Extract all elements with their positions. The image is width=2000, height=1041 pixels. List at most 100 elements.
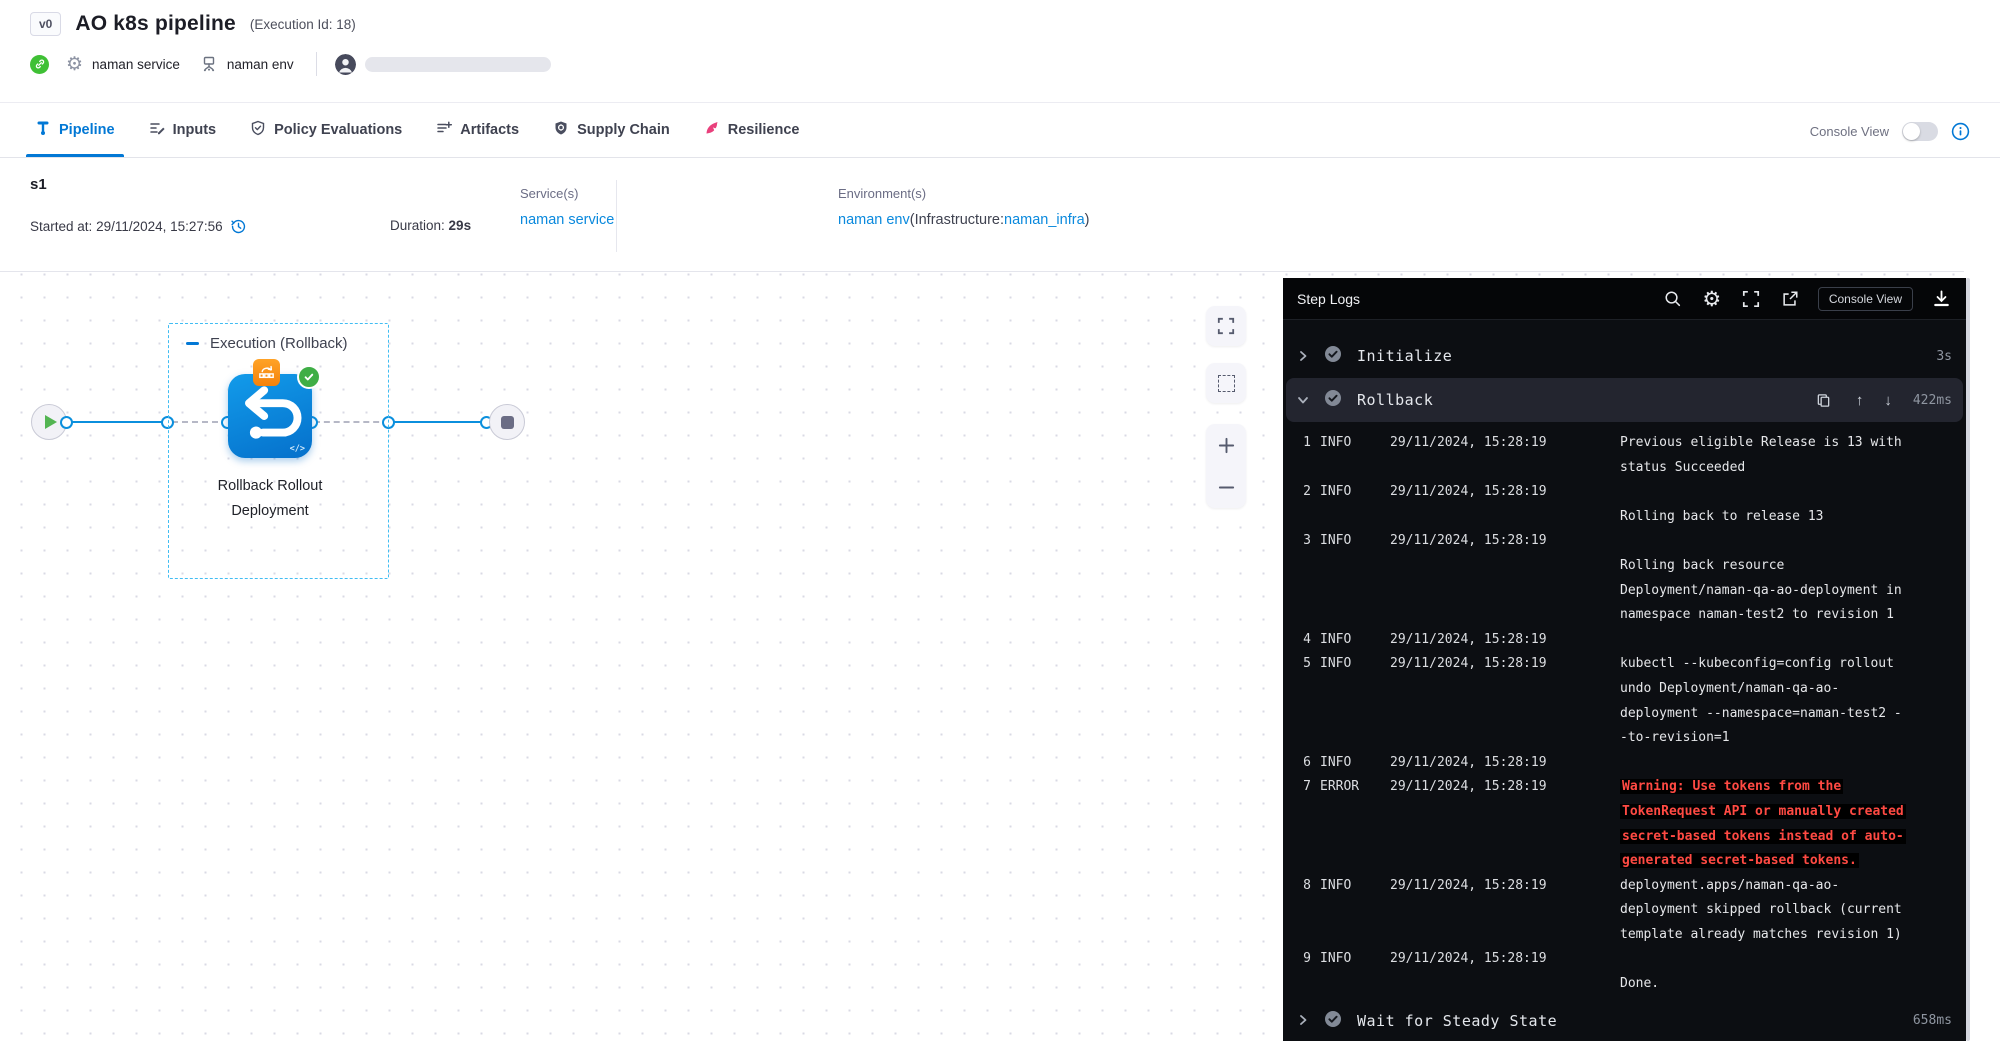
execution-id-label: (Execution Id: 18) bbox=[250, 17, 356, 32]
services-header: Service(s) bbox=[520, 186, 579, 201]
log-lines-block: 1 INFO 29/11/2024, 15:28:19 Previous eli… bbox=[1283, 431, 1966, 997]
environment-line: naman env(Infrastructure:naman_infra) bbox=[838, 212, 1089, 228]
log-timestamp: 29/11/2024, 15:28:19 bbox=[1390, 751, 1620, 776]
policy-icon bbox=[250, 120, 266, 140]
chevron-right-icon[interactable] bbox=[1297, 1011, 1309, 1030]
started-at: Started at: 29/11/2024, 15:27:56 bbox=[30, 218, 247, 235]
download-logs-icon[interactable] bbox=[1930, 288, 1952, 310]
environment-link[interactable]: naman env bbox=[838, 212, 910, 228]
step-success-badge-icon bbox=[1324, 389, 1342, 411]
zoom-in-button[interactable] bbox=[1217, 436, 1236, 455]
fit-to-screen-button[interactable] bbox=[1206, 306, 1246, 346]
pipeline-icon bbox=[35, 120, 51, 140]
gear-icon: ⚙ bbox=[66, 55, 83, 74]
log-section-wait-for-steady-state[interactable]: Wait for Steady State 658ms bbox=[1283, 999, 1966, 1041]
log-timestamp: 29/11/2024, 15:28:19 bbox=[1390, 529, 1620, 554]
step-node-label: Rollback Rollout Deployment bbox=[178, 474, 362, 524]
edge-start bbox=[64, 421, 170, 423]
tab-pipeline[interactable]: Pipeline bbox=[22, 103, 128, 157]
marquee-icon bbox=[1218, 375, 1235, 392]
log-timestamp: 29/11/2024, 15:28:19 bbox=[1390, 874, 1620, 899]
log-entry: 2 INFO 29/11/2024, 15:28:19 Rolling back… bbox=[1283, 480, 1966, 529]
log-section-initialize[interactable]: Initialize 3s bbox=[1283, 334, 1966, 378]
section-duration: 3s bbox=[1936, 349, 1952, 364]
version-badge: v0 bbox=[30, 12, 61, 36]
tab-artifacts[interactable]: Artifacts bbox=[423, 103, 532, 157]
expand-fullscreen-icon[interactable] bbox=[1740, 288, 1762, 310]
success-check-icon bbox=[297, 365, 321, 389]
log-panel-scrollbar[interactable] bbox=[1966, 278, 1970, 1041]
stop-icon bbox=[501, 416, 514, 429]
redacted-user-email bbox=[365, 57, 551, 72]
page-header: v0 AO k8s pipeline (Execution Id: 18) ⚙ … bbox=[0, 0, 2000, 102]
log-message: kubectl --kubeconfig=config rolloutundo … bbox=[1620, 652, 1966, 750]
chevron-right-icon[interactable] bbox=[1297, 347, 1309, 366]
log-entry: 4 INFO 29/11/2024, 15:28:19 bbox=[1283, 628, 1966, 653]
step-logs-header: Step Logs ⚙ Console View bbox=[1283, 278, 1966, 320]
play-icon bbox=[45, 415, 57, 429]
log-entry: 3 INFO 29/11/2024, 15:28:19 Rolling back… bbox=[1283, 529, 1966, 627]
environment-icon bbox=[200, 55, 218, 73]
rollback-step-node[interactable]: </> bbox=[228, 374, 312, 458]
log-line-number: 9 bbox=[1295, 947, 1311, 972]
log-line-number: 7 bbox=[1295, 775, 1311, 800]
zoom-out-button[interactable] bbox=[1217, 478, 1236, 497]
log-timestamp: 29/11/2024, 15:28:19 bbox=[1390, 947, 1620, 972]
log-section-rollback[interactable]: Rollback ↑↓422ms bbox=[1286, 378, 1963, 422]
step-success-badge-icon bbox=[1324, 345, 1342, 367]
log-entry: 8 INFO 29/11/2024, 15:28:19 deployment.a… bbox=[1283, 874, 1966, 948]
service-name-label: naman service bbox=[92, 57, 180, 72]
log-level: INFO bbox=[1320, 431, 1390, 456]
log-message bbox=[1620, 751, 1966, 776]
execution-history-icon[interactable] bbox=[230, 218, 247, 235]
section-duration: 658ms bbox=[1913, 1013, 1952, 1028]
log-message: Previous eligible Release is 13 withstat… bbox=[1620, 431, 1966, 480]
log-level: INFO bbox=[1320, 874, 1390, 899]
collapse-icon[interactable] bbox=[186, 342, 199, 345]
log-settings-gear-icon[interactable]: ⚙ bbox=[1701, 288, 1723, 310]
search-icon[interactable] bbox=[1662, 288, 1684, 310]
header-divider bbox=[316, 52, 317, 76]
log-line-number: 4 bbox=[1295, 628, 1311, 653]
log-entry: 6 INFO 29/11/2024, 15:28:19 bbox=[1283, 751, 1966, 776]
tab-supply-chain[interactable]: Supply Chain bbox=[540, 103, 683, 157]
tab-resilience[interactable]: Resilience bbox=[691, 103, 813, 157]
log-message: deployment.apps/naman-qa-ao-deployment s… bbox=[1620, 874, 1966, 948]
scroll-to-top-icon[interactable]: ↑ bbox=[1856, 392, 1864, 409]
rollback-arrow-icon bbox=[249, 390, 298, 432]
copy-logs-icon[interactable] bbox=[1813, 389, 1835, 411]
step-logs-panel: Step Logs ⚙ Console View Initialize 3s R… bbox=[1283, 278, 1966, 1041]
log-level: INFO bbox=[1320, 529, 1390, 554]
stage-divider bbox=[616, 180, 617, 252]
log-line-number: 3 bbox=[1295, 529, 1311, 554]
log-message: Rolling back resourceDeployment/naman-qa… bbox=[1620, 529, 1966, 627]
scroll-to-bottom-icon[interactable]: ↓ bbox=[1884, 392, 1892, 409]
tab-bar: PipelineInputsPolicy EvaluationsArtifact… bbox=[0, 102, 2000, 158]
info-icon[interactable] bbox=[1951, 122, 1970, 141]
infrastructure-link[interactable]: naman_infra bbox=[1004, 212, 1085, 228]
stage-group-title: Execution (Rollback) bbox=[210, 335, 348, 352]
log-entry: 7 ERROR 29/11/2024, 15:28:19 Warning: Us… bbox=[1283, 775, 1966, 873]
supply-chain-icon bbox=[553, 120, 569, 140]
console-view-toggle[interactable] bbox=[1902, 122, 1938, 141]
tab-inputs[interactable]: Inputs bbox=[136, 103, 230, 157]
inputs-icon bbox=[149, 120, 165, 140]
tab-policy-evaluations[interactable]: Policy Evaluations bbox=[237, 103, 415, 157]
end-node bbox=[489, 404, 525, 440]
step-logs-title: Step Logs bbox=[1297, 291, 1360, 307]
duration: Duration: 29s bbox=[390, 218, 471, 233]
avatar bbox=[335, 54, 356, 75]
console-view-button[interactable]: Console View bbox=[1818, 287, 1913, 311]
log-line-number: 6 bbox=[1295, 751, 1311, 776]
log-timestamp: 29/11/2024, 15:28:19 bbox=[1390, 775, 1620, 800]
log-line-number: 5 bbox=[1295, 652, 1311, 677]
open-in-new-icon[interactable] bbox=[1779, 288, 1801, 310]
log-level: INFO bbox=[1320, 947, 1390, 972]
artifacts-icon bbox=[436, 120, 452, 140]
chevron-down-icon[interactable] bbox=[1297, 391, 1309, 410]
code-glyph: </> bbox=[290, 444, 305, 454]
marquee-select-button[interactable] bbox=[1206, 363, 1246, 403]
resilience-icon bbox=[704, 120, 720, 140]
log-timestamp: 29/11/2024, 15:28:19 bbox=[1390, 431, 1620, 456]
service-link[interactable]: naman service bbox=[520, 212, 614, 228]
